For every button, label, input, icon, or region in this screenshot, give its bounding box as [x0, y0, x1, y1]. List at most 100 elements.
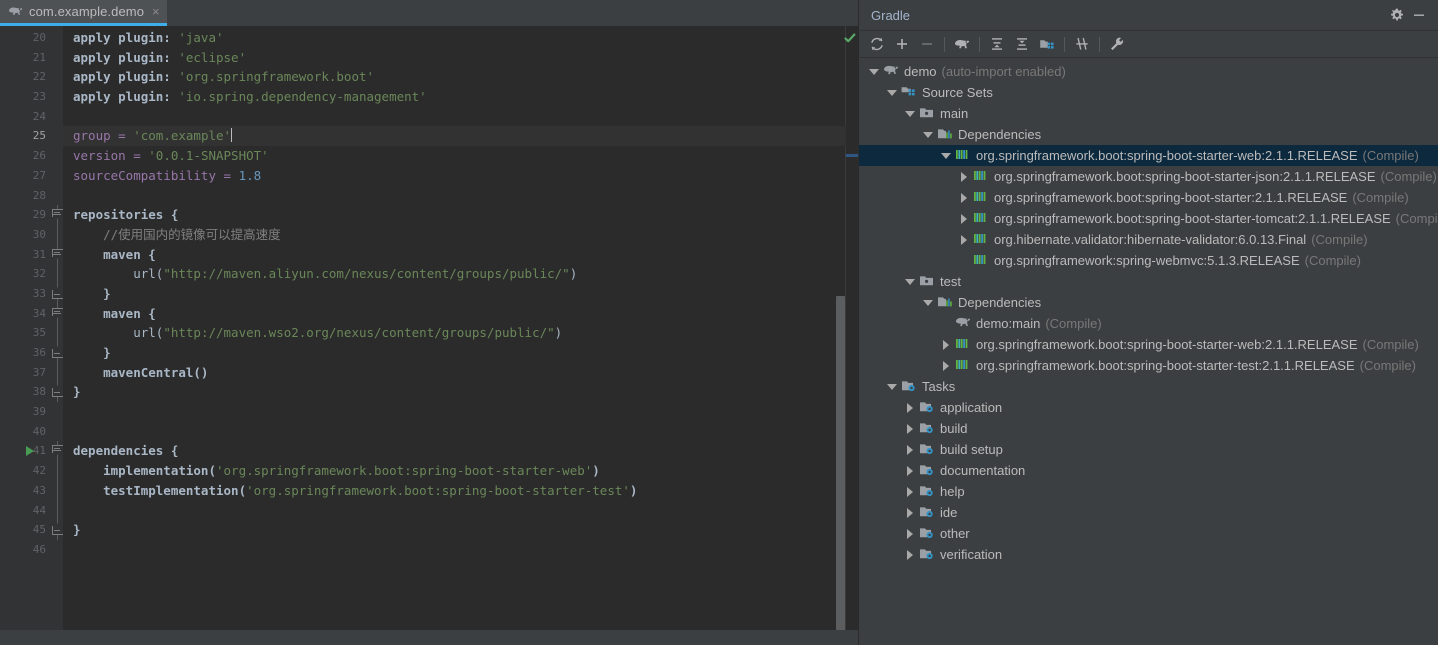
tree-row-verification[interactable]: verification	[859, 544, 1438, 565]
fold-cell[interactable]	[52, 500, 63, 521]
inspection-ok-icon[interactable]	[844, 31, 856, 43]
line-number[interactable]: 21	[0, 48, 52, 68]
code-line[interactable]: apply plugin: 'org.springframework.boot'	[63, 67, 858, 87]
fold-end-icon[interactable]	[52, 385, 64, 398]
chevron-right-icon[interactable]	[939, 338, 952, 351]
tree-row-org-springframework-spring-webmvc-5-1-3-[interactable]: org.springframework:spring-webmvc:5.1.3.…	[859, 250, 1438, 271]
chevron-down-icon[interactable]	[885, 380, 898, 393]
fold-cell[interactable]	[52, 303, 64, 324]
fold-cell[interactable]	[52, 48, 63, 68]
line-number-gutter[interactable]: 20 21 22 23 24 25 26 27 28 29 30 31 32 33 34 35 36 37 38 39…	[0, 26, 52, 630]
fold-collapse-icon[interactable]	[52, 209, 64, 220]
tree-row-org-springframework-boot-spring-boot-sta[interactable]: org.springframework.boot:spring-boot-sta…	[859, 334, 1438, 355]
tree-row-org-hibernate-validator-hibernate-valida[interactable]: org.hibernate.validator:hibernate-valida…	[859, 229, 1438, 250]
code-line[interactable]: maven {	[63, 245, 858, 265]
fold-cell[interactable]	[52, 343, 64, 363]
chevron-down-icon[interactable]	[903, 275, 916, 288]
chevron-right-icon[interactable]	[957, 170, 970, 183]
editor-body[interactable]: 20 21 22 23 24 25 26 27 28 29 30 31 32 33 34 35 36 37 38 39…	[0, 26, 858, 630]
code-folding-gutter[interactable]	[52, 26, 64, 630]
code-line[interactable]: apply plugin: 'eclipse'	[63, 48, 858, 68]
line-number[interactable]: 29	[0, 205, 52, 225]
tree-row-org-springframework-boot-spring-boot-sta[interactable]: org.springframework.boot:spring-boot-sta…	[859, 145, 1438, 166]
fold-collapse-icon[interactable]	[52, 445, 64, 456]
chevron-right-icon[interactable]	[903, 485, 916, 498]
code-text-area[interactable]: apply plugin: 'java' apply plugin: 'eclip…	[63, 26, 858, 630]
chevron-right-icon[interactable]	[903, 401, 916, 414]
line-number[interactable]: 38	[0, 382, 52, 402]
fold-collapse-icon[interactable]	[52, 248, 64, 260]
tree-row-dependencies[interactable]: Dependencies	[859, 124, 1438, 145]
chevron-right-icon[interactable]	[957, 233, 970, 246]
tree-row-tasks[interactable]: Tasks	[859, 376, 1438, 397]
fold-cell[interactable]	[52, 422, 63, 442]
line-number[interactable]: 22	[0, 67, 52, 87]
tree-row-other[interactable]: other	[859, 523, 1438, 544]
fold-cell[interactable]	[52, 323, 63, 343]
expand-all-icon[interactable]	[985, 33, 1009, 56]
code-line[interactable]: mavenCentral()	[63, 363, 858, 383]
code-line[interactable]: apply plugin: 'io.spring.dependency-mana…	[63, 87, 858, 107]
wrench-icon[interactable]	[1105, 33, 1129, 56]
line-number[interactable]: 34	[0, 304, 52, 324]
fold-cell[interactable]	[52, 28, 63, 48]
editor-vertical-scrollbar[interactable]	[836, 296, 845, 630]
line-number[interactable]: 33	[0, 284, 52, 304]
code-line[interactable]	[63, 501, 858, 521]
code-line[interactable]: implementation('org.springframework.boot…	[63, 461, 858, 481]
fold-end-icon[interactable]	[52, 286, 64, 299]
tree-row-demo[interactable]: demo (auto-import enabled)	[859, 61, 1438, 82]
chevron-down-icon[interactable]	[885, 86, 898, 99]
tree-row-build[interactable]: build	[859, 418, 1438, 439]
line-number[interactable]: 30	[0, 225, 52, 245]
code-line[interactable]: repositories {	[63, 205, 858, 225]
line-number[interactable]: 44	[0, 501, 52, 521]
fold-end-icon[interactable]	[52, 523, 64, 536]
code-line[interactable]: testImplementation('org.springframework.…	[63, 481, 858, 501]
editor-marker-gutter[interactable]	[844, 26, 858, 630]
tree-row-demo-main[interactable]: demo:main (Compile)	[859, 313, 1438, 334]
fold-cell[interactable]	[52, 362, 63, 383]
gradle-project-tree[interactable]: demo (auto-import enabled) Source Sets main…	[859, 58, 1438, 645]
code-line[interactable]: sourceCompatibility = 1.8	[63, 166, 858, 186]
code-line[interactable]	[63, 422, 858, 442]
tree-row-org-springframework-boot-spring-boot-sta[interactable]: org.springframework.boot:spring-boot-sta…	[859, 166, 1438, 187]
fold-cell[interactable]	[52, 67, 63, 87]
tree-row-ide[interactable]: ide	[859, 502, 1438, 523]
minus-icon[interactable]	[915, 33, 939, 56]
fold-cell[interactable]	[52, 264, 63, 284]
code-line[interactable]: }	[63, 382, 858, 402]
code-line[interactable]: }	[63, 343, 858, 363]
fold-cell[interactable]	[52, 520, 64, 540]
fold-cell[interactable]	[52, 540, 63, 560]
tree-row-main[interactable]: main	[859, 103, 1438, 124]
line-number[interactable]: 20	[0, 28, 52, 48]
line-number[interactable]: 28	[0, 186, 52, 206]
code-line[interactable]: //使用国内的镜像可以提高速度	[63, 225, 858, 245]
chevron-down-icon[interactable]	[903, 107, 916, 120]
gradle-elephant-icon[interactable]	[950, 33, 974, 56]
code-line[interactable]: version = '0.0.1-SNAPSHOT'	[63, 146, 858, 166]
minimize-icon[interactable]	[1408, 4, 1430, 26]
fold-cell[interactable]	[52, 186, 63, 206]
code-line[interactable]: url("http://maven.wso2.org/nexus/content…	[63, 323, 858, 343]
line-number[interactable]: 39	[0, 402, 52, 422]
fold-cell[interactable]	[52, 146, 63, 166]
line-number[interactable]: 32	[0, 264, 52, 284]
line-number[interactable]: 26	[0, 146, 52, 166]
line-number[interactable]: 45	[0, 520, 52, 540]
chevron-down-icon[interactable]	[921, 128, 934, 141]
fold-cell[interactable]	[52, 382, 64, 403]
fold-cell[interactable]	[52, 244, 64, 265]
code-line[interactable]	[63, 540, 858, 560]
line-number[interactable]: 40	[0, 422, 52, 442]
chevron-right-icon[interactable]	[903, 422, 916, 435]
line-number[interactable]: 31	[0, 245, 52, 265]
chevron-right-icon[interactable]	[903, 443, 916, 456]
code-line[interactable]	[63, 186, 858, 206]
chevron-down-icon[interactable]	[867, 65, 880, 78]
chevron-right-icon[interactable]	[903, 506, 916, 519]
line-number[interactable]: 46	[0, 540, 52, 560]
fold-cell[interactable]	[52, 402, 63, 422]
run-gutter-icon[interactable]	[26, 446, 34, 457]
